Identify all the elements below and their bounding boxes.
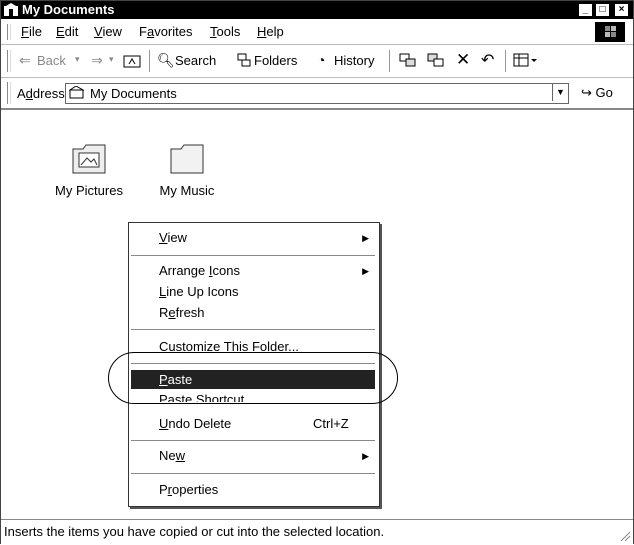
- copy-to-button[interactable]: [427, 52, 445, 68]
- toolbar-grip[interactable]: [7, 50, 11, 72]
- search-button[interactable]: Search: [175, 53, 216, 68]
- menu-separator: [131, 473, 375, 475]
- resize-grip-icon[interactable]: [617, 528, 631, 542]
- menu-file[interactable]: File: [21, 24, 42, 39]
- search-icon: 🔍︎: [157, 52, 175, 68]
- copy-to-icon: [427, 53, 444, 67]
- folder-music-icon: [170, 144, 204, 174]
- menubar-grip[interactable]: [7, 24, 11, 40]
- maximize-button[interactable]: □: [595, 3, 610, 17]
- folder-my-music[interactable]: My Music: [137, 141, 237, 198]
- folder-home-icon: [69, 86, 84, 99]
- folder-my-pictures[interactable]: My Pictures: [39, 141, 139, 198]
- menu-item-refresh[interactable]: Refresh: [159, 305, 205, 320]
- status-bar: Inserts the items you have copied or cut…: [1, 519, 633, 544]
- move-to-icon: [399, 53, 416, 67]
- submenu-arrow-icon: ▶: [362, 451, 369, 461]
- menu-view[interactable]: View: [94, 24, 122, 39]
- address-input[interactable]: My Documents ▼: [65, 83, 569, 104]
- menu-bar: File Edit View Favorites Tools Help: [1, 20, 633, 45]
- menu-item-new[interactable]: New: [159, 448, 185, 463]
- back-button[interactable]: Back: [37, 53, 66, 68]
- toolbar-separator: [389, 50, 390, 72]
- back-dropdown-icon[interactable]: ▾: [75, 54, 80, 65]
- address-dropdown-button[interactable]: ▼: [552, 84, 568, 101]
- menu-separator: [131, 255, 375, 257]
- undo-shortcut-label: Ctrl+Z: [313, 416, 349, 431]
- forward-button[interactable]: ⇒: [91, 52, 103, 69]
- title-bar[interactable]: My Documents _ □ ×: [1, 1, 633, 19]
- delete-button[interactable]: ✕: [456, 50, 470, 70]
- submenu-arrow-icon: ▶: [362, 266, 369, 276]
- menu-item-undo-delete[interactable]: Undo Delete: [159, 416, 231, 431]
- folder-label: My Music: [159, 183, 215, 198]
- menu-item-view[interactable]: View: [159, 230, 187, 245]
- folder-label: My Pictures: [55, 183, 123, 198]
- forward-dropdown-icon[interactable]: ▾: [109, 54, 114, 65]
- history-button[interactable]: History: [334, 53, 374, 68]
- menu-item-line-up-icons[interactable]: Line Up Icons: [159, 284, 239, 299]
- submenu-arrow-icon: ▶: [362, 233, 369, 243]
- menu-tools[interactable]: Tools: [210, 24, 240, 39]
- go-arrow-icon: ↪︎: [581, 85, 592, 100]
- toolbar-separator: [149, 50, 150, 72]
- content-area-top: [1, 109, 633, 142]
- folder-home-icon: [4, 3, 18, 16]
- go-button[interactable]: ↪︎ Go: [581, 85, 613, 101]
- menu-separator: [131, 440, 375, 442]
- standard-toolbar: ⇐ Back ▾ ⇒ ▾ 🔍︎ Search Folders ◔ History…: [1, 45, 633, 78]
- close-button[interactable]: ×: [614, 3, 629, 17]
- address-bar: Address My Documents ▼ ↪︎ Go: [1, 78, 633, 109]
- menu-edit[interactable]: Edit: [56, 24, 78, 39]
- minimize-button[interactable]: _: [578, 3, 593, 17]
- menu-separator: [131, 329, 375, 331]
- undo-button[interactable]: ↶: [481, 50, 494, 70]
- folders-button[interactable]: Folders: [254, 53, 297, 68]
- folders-icon: [237, 53, 251, 67]
- window-title: My Documents: [22, 2, 115, 17]
- menu-favorites[interactable]: Favorites: [139, 24, 192, 39]
- menu-item-properties[interactable]: Properties: [159, 482, 218, 497]
- toolbar-separator: [505, 50, 506, 72]
- status-text: Inserts the items you have copied or cut…: [4, 524, 385, 539]
- address-value: My Documents: [90, 86, 177, 101]
- history-icon: ◔: [317, 52, 326, 68]
- move-to-button[interactable]: [399, 52, 417, 68]
- menu-help[interactable]: Help: [257, 24, 284, 39]
- callout-oval: [108, 352, 398, 404]
- windows-logo-icon: [595, 22, 625, 42]
- views-button[interactable]: [513, 53, 539, 68]
- views-icon: [513, 53, 537, 67]
- menu-item-arrange-icons[interactable]: Arrange Icons: [159, 263, 240, 278]
- address-label: Address: [17, 86, 65, 101]
- up-folder-icon: [123, 55, 141, 68]
- up-folder-button[interactable]: [123, 53, 141, 68]
- folder-pictures-icon: [72, 144, 106, 174]
- addressbar-grip[interactable]: [7, 82, 11, 104]
- back-arrow-icon: ⇐: [19, 52, 31, 68]
